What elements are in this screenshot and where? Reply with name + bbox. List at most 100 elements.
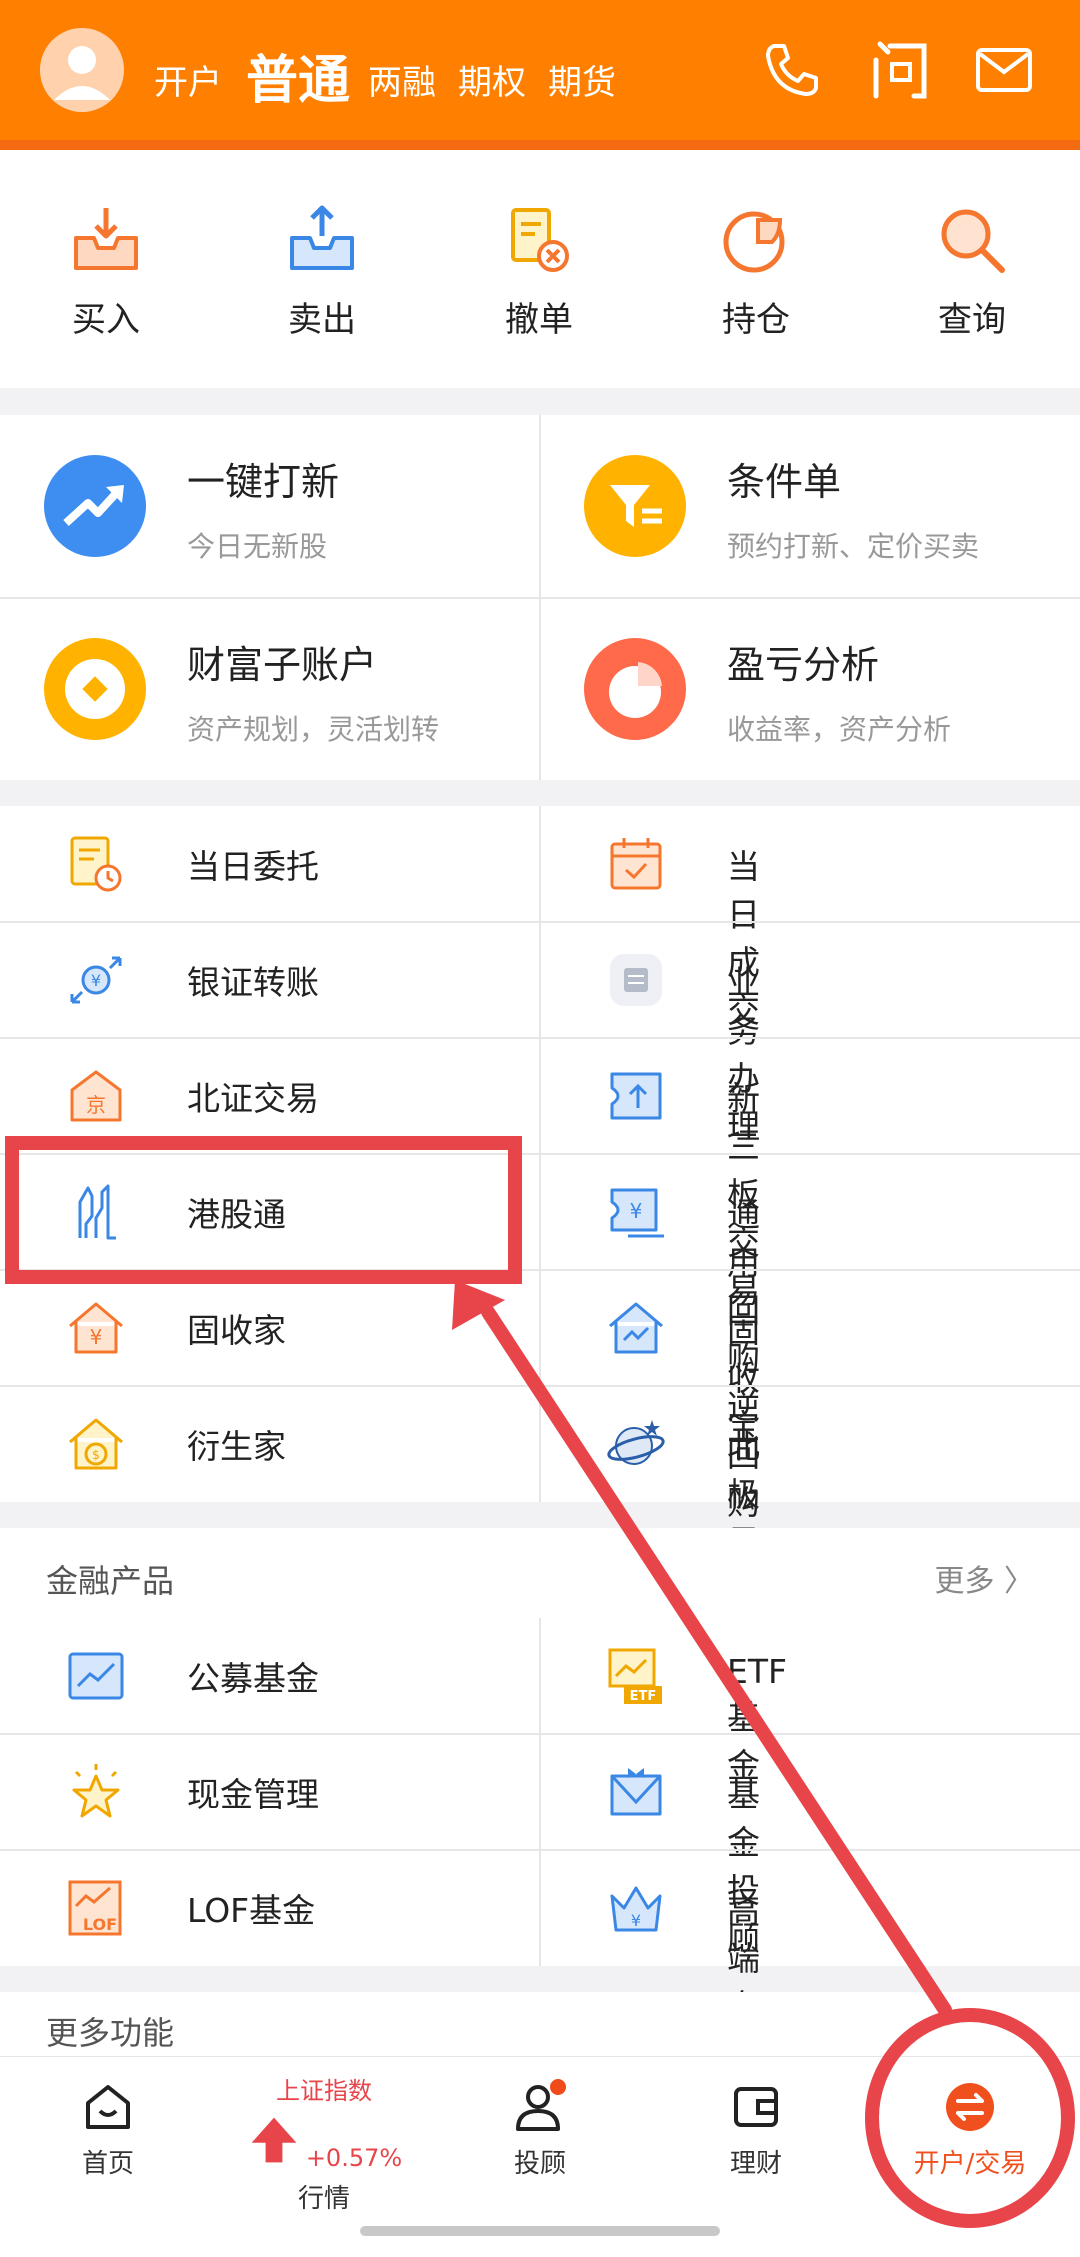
nav-home[interactable]: 首页	[18, 2079, 198, 2180]
financial-products-grid: 公募基金 ETF ETF基金 现金管理 基金投顾 LOF LOF基金 ¥ 高端	[0, 1618, 1080, 2074]
card-subtitle: 资产规划，灵活划转	[187, 713, 440, 746]
polaris-icon	[607, 1420, 665, 1465]
pie-chart-icon	[584, 638, 686, 740]
function-neeq[interactable]: 新三板交易	[0, 1038, 760, 1310]
buy-button[interactable]: 买入	[36, 202, 176, 341]
divider	[0, 1849, 1080, 1851]
function-grid: 当日委托 当日成交 ¥ 银证转账 业务办理 京 北证交易 新三板交易 港股通 ¥…	[0, 806, 1080, 1754]
function-daily-deal[interactable]: 当日成交	[0, 806, 760, 1030]
nav-trade[interactable]: 开户/交易	[880, 2079, 1060, 2180]
divider	[0, 1269, 1080, 1271]
buy-label: 买入	[72, 300, 140, 340]
filter-funnel-icon	[584, 455, 686, 557]
card-title: 一键打新	[187, 460, 340, 504]
divider	[0, 597, 1080, 599]
card-pnl-analysis[interactable]: 盈亏分析 收益率，资产分析	[540, 598, 1080, 780]
fund-advisor-icon	[610, 1768, 662, 1816]
index-change-value: +0.57%	[305, 2144, 403, 2172]
svg-text:¥: ¥	[631, 1911, 641, 1930]
nav-wealth[interactable]: 理财	[666, 2079, 846, 2180]
position-button[interactable]: 持仓	[686, 202, 826, 341]
tab-futures[interactable]: 期货	[548, 55, 616, 104]
etf-fund-icon: ETF	[608, 1648, 662, 1704]
nav-label: 首页	[81, 2149, 134, 2179]
card-subtitle: 今日无新股	[187, 530, 328, 563]
function-repo[interactable]: ¥ 通用回购逆回购	[0, 1154, 760, 1522]
divider	[0, 1037, 1080, 1039]
svg-text:¥: ¥	[630, 1199, 643, 1223]
question-icon[interactable]	[868, 38, 932, 102]
card-subtitle: 预约打新、定价买卖	[727, 530, 980, 563]
card-title: 财富子账户	[187, 643, 378, 687]
home-icon	[86, 2085, 130, 2129]
advisor-person-icon	[516, 2079, 566, 2131]
card-wealth-subaccount[interactable]: 财富子账户 资产规划，灵活划转	[0, 598, 540, 780]
divider	[539, 1618, 541, 1966]
card-title: 条件单	[727, 460, 842, 504]
cancel-order-button[interactable]: 撤单	[469, 202, 609, 341]
card-ipo[interactable]: 一键打新 今日无新股	[0, 415, 540, 597]
neeq-icon	[610, 1072, 662, 1120]
user-avatar-icon	[40, 28, 124, 112]
divider	[0, 1385, 1080, 1387]
repo-icon: ¥	[610, 1188, 664, 1238]
nav-advisor[interactable]: 投顾	[450, 2079, 630, 2180]
financial-products-header: 金融产品 更多 〉	[0, 1528, 1080, 1618]
divider	[0, 1153, 1080, 1155]
tab-normal[interactable]: 普通	[246, 38, 350, 113]
more-link[interactable]: 更多 〉	[934, 1556, 1034, 1600]
phone-icon[interactable]	[760, 38, 824, 102]
feature-cards: 一键打新 今日无新股 条件单 预约打新、定价买卖 财富子账户 资产规划，灵活划转	[0, 415, 1080, 780]
up-arrow-icon	[251, 2117, 297, 2163]
query-label: 查询	[938, 300, 1006, 340]
premium-crown-icon: ¥	[610, 1886, 662, 1932]
query-button[interactable]: 查询	[902, 202, 1042, 341]
coin-icon	[44, 638, 146, 740]
position-label: 持仓	[722, 300, 790, 340]
quick-actions: 买入 卖出 撤单 持仓 查询	[0, 150, 1080, 388]
buy-inbox-icon	[74, 208, 138, 270]
tab-options[interactable]: 期权	[458, 55, 526, 104]
nav-label: 理财	[729, 2149, 782, 2179]
position-pie-icon	[723, 211, 785, 273]
section-title: 金融产品	[46, 1562, 175, 1600]
daily-deal-icon	[610, 838, 662, 890]
function-polaris[interactable]: 北极星账户诊断	[0, 1386, 760, 1754]
mail-icon[interactable]	[972, 38, 1036, 102]
fixed-income-treasure-icon	[609, 1302, 663, 1354]
index-name: 上证指数	[276, 2077, 372, 2105]
nav-label: 开户/交易	[913, 2149, 1027, 2179]
divider	[0, 1733, 1080, 1735]
card-conditional-order[interactable]: 条件单 预约打新、定价买卖	[540, 415, 1080, 597]
top-header: 开户 普通 两融 期权 期货	[0, 0, 1080, 150]
product-etf-fund[interactable]: ETF ETF基金	[0, 1618, 787, 1785]
sell-outbox-icon	[290, 205, 354, 270]
cancel-order-icon	[511, 208, 569, 272]
cancel-order-label: 撤单	[505, 300, 573, 340]
tab-open-account[interactable]: 开户	[154, 55, 222, 104]
tab-margin[interactable]: 两融	[368, 55, 436, 104]
card-title: 盈亏分析	[727, 643, 880, 687]
nav-label: 行情	[297, 2184, 350, 2214]
card-subtitle: 收益率，资产分析	[727, 713, 952, 746]
function-business[interactable]: 业务办理	[0, 922, 760, 1146]
nav-market[interactable]: 上证指数 +0.57% 行情	[234, 2071, 414, 2215]
divider	[0, 921, 1080, 923]
function-fixed-income-treasure[interactable]: 固收宝	[0, 1270, 760, 1446]
sell-button[interactable]: 卖出	[252, 202, 392, 341]
product-premium-zone[interactable]: ¥ 高端专区	[0, 1850, 760, 2074]
more-functions-header: 更多功能	[0, 1992, 1080, 2062]
product-label: ETF基金	[727, 1652, 787, 1785]
sell-label: 卖出	[288, 300, 356, 340]
home-indicator[interactable]	[360, 2226, 720, 2236]
avatar[interactable]	[40, 28, 124, 112]
business-icon	[610, 954, 662, 1006]
search-icon	[941, 209, 1005, 273]
wealth-wallet-icon	[734, 2087, 778, 2127]
svg-text:ETF: ETF	[630, 1689, 657, 1704]
section-title: 更多功能	[46, 2014, 175, 2052]
exchange-icon	[946, 2083, 994, 2131]
product-fund-advisor[interactable]: 基金投顾	[0, 1734, 760, 1958]
index-change: +0.57%	[234, 2112, 414, 2172]
ipo-arrow-icon	[44, 455, 146, 557]
